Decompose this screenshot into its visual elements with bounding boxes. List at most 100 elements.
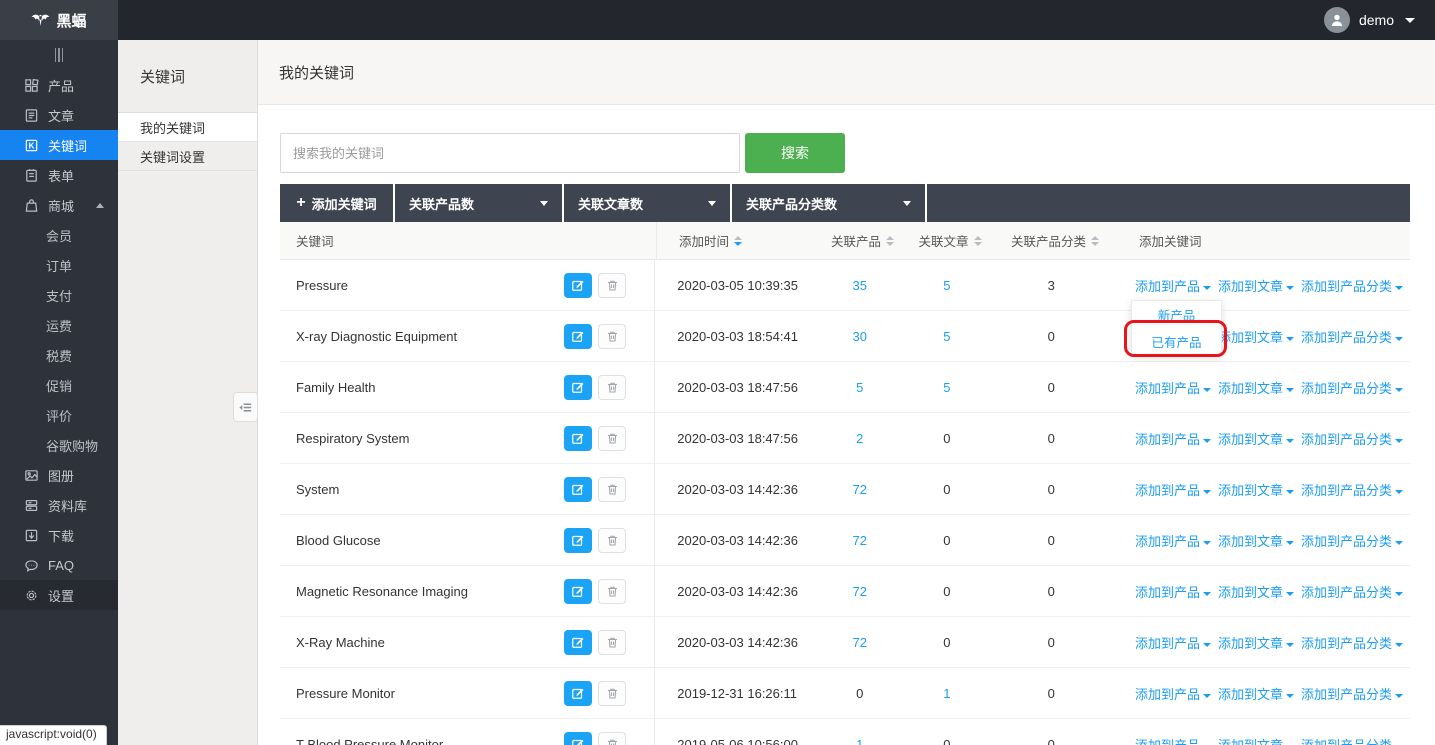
delete-button[interactable] bbox=[598, 732, 626, 745]
column-header-articles[interactable]: 关联文章 bbox=[905, 231, 995, 250]
edit-button[interactable] bbox=[564, 528, 592, 553]
column-header-categories[interactable]: 关联产品分类 bbox=[995, 231, 1115, 250]
add-keyword-button[interactable]: + 添加关键词 bbox=[280, 184, 393, 222]
cell-c-n1[interactable]: 72 bbox=[818, 533, 903, 548]
delete-button[interactable] bbox=[598, 528, 626, 553]
delete-button[interactable] bbox=[598, 579, 626, 604]
sidebar-item-mall[interactable]: 商城 bbox=[0, 190, 118, 220]
delete-button[interactable] bbox=[598, 681, 626, 706]
column-header-products[interactable]: 关联产品 bbox=[820, 231, 905, 250]
delete-button[interactable] bbox=[598, 375, 626, 400]
column-header-time[interactable]: 添加时间 bbox=[657, 231, 820, 250]
sidebar-item-gallery[interactable]: 图册 bbox=[0, 460, 118, 490]
sidebar-item-keyword[interactable]: K关键词 bbox=[0, 130, 118, 160]
sidebar-item-library[interactable]: 资料库 bbox=[0, 490, 118, 520]
cell-c-n1[interactable]: 2 bbox=[818, 431, 903, 446]
edit-button[interactable] bbox=[564, 477, 592, 502]
edit-button[interactable] bbox=[564, 426, 592, 451]
action-link[interactable]: 添加到产品 bbox=[1135, 585, 1211, 600]
action-link[interactable]: 添加到文章 bbox=[1218, 585, 1294, 600]
delete-button[interactable] bbox=[598, 273, 626, 298]
edit-button[interactable] bbox=[564, 681, 592, 706]
action-link[interactable]: 添加到产品分类 bbox=[1301, 279, 1403, 294]
filter-article-count[interactable]: 关联文章数 bbox=[564, 184, 730, 222]
edit-button[interactable] bbox=[564, 375, 592, 400]
sidebar-item-settings[interactable]: 设置 bbox=[0, 580, 118, 610]
sidebar-subitem[interactable]: 运费 bbox=[0, 310, 118, 340]
action-link[interactable]: 添加到文章 bbox=[1218, 381, 1294, 396]
action-link[interactable]: 添加到文章 bbox=[1218, 687, 1294, 702]
action-link[interactable]: 添加到产品 bbox=[1135, 534, 1211, 549]
action-link[interactable]: 添加到文章 bbox=[1218, 279, 1294, 294]
filter-product-count[interactable]: 关联产品数 bbox=[395, 184, 562, 222]
action-link[interactable]: 添加到产品 bbox=[1135, 636, 1211, 651]
cell-c-n1[interactable]: 72 bbox=[818, 635, 903, 650]
sidebar-subitem[interactable]: 谷歌购物 bbox=[0, 430, 118, 460]
sidebar-item-article[interactable]: 文章 bbox=[0, 100, 118, 130]
delete-button[interactable] bbox=[598, 324, 626, 349]
action-link[interactable]: 添加到产品 bbox=[1135, 687, 1211, 702]
action-link[interactable]: 添加到产品分类 bbox=[1301, 432, 1403, 447]
edit-button[interactable] bbox=[564, 579, 592, 604]
action-link[interactable]: 添加到产品分类 bbox=[1301, 636, 1403, 651]
action-link[interactable]: 添加到产品 bbox=[1135, 738, 1211, 745]
cell-c-n1[interactable]: 72 bbox=[818, 482, 903, 497]
action-link[interactable]: 添加到产品 bbox=[1135, 483, 1211, 498]
search-button[interactable]: 搜索 bbox=[745, 133, 845, 173]
edit-button[interactable] bbox=[564, 273, 592, 298]
action-link[interactable]: 添加到产品分类 bbox=[1301, 687, 1403, 702]
filter-category-count[interactable]: 关联产品分类数 bbox=[732, 184, 925, 222]
action-link[interactable]: 添加到产品分类 bbox=[1301, 585, 1403, 600]
delete-button[interactable] bbox=[598, 630, 626, 655]
action-link[interactable]: 添加到文章 bbox=[1218, 738, 1294, 745]
sidebar-subitem[interactable]: 税费 bbox=[0, 340, 118, 370]
sidebar-subitem[interactable]: 支付 bbox=[0, 280, 118, 310]
cell-c-n1[interactable]: 30 bbox=[818, 329, 903, 344]
action-link[interactable]: 添加到产品分类 bbox=[1301, 381, 1403, 396]
sidebar-item-grid[interactable]: 产品 bbox=[0, 70, 118, 100]
search-input[interactable] bbox=[280, 133, 740, 173]
sidebar-item-download[interactable]: 下载 bbox=[0, 520, 118, 550]
sidebar-subitem[interactable]: 评价 bbox=[0, 400, 118, 430]
subnav-item[interactable]: 我的关键词 bbox=[118, 113, 257, 142]
cell-c-n1[interactable]: 5 bbox=[818, 380, 903, 395]
panel-collapse-button[interactable] bbox=[233, 392, 258, 422]
action-link[interactable]: 添加到文章 bbox=[1218, 483, 1294, 498]
sidebar-subitem[interactable]: 促销 bbox=[0, 370, 118, 400]
action-link[interactable]: 添加到文章 bbox=[1218, 330, 1294, 345]
delete-button[interactable] bbox=[598, 477, 626, 502]
action-link[interactable]: 添加到产品 bbox=[1135, 279, 1211, 294]
dropdown-item-new-product[interactable]: 新产品 bbox=[1132, 301, 1221, 328]
cell-c-n1[interactable]: 1 bbox=[818, 737, 903, 745]
delete-button[interactable] bbox=[598, 426, 626, 451]
dropdown-item-existing-product[interactable]: 已有产品 bbox=[1132, 328, 1221, 355]
action-link[interactable]: 添加到产品分类 bbox=[1301, 483, 1403, 498]
edit-button[interactable] bbox=[564, 732, 592, 745]
chevron-down-icon bbox=[1395, 337, 1403, 341]
subnav-item[interactable]: 关键词设置 bbox=[118, 142, 257, 171]
sidebar-subitem[interactable]: 订单 bbox=[0, 250, 118, 280]
action-link[interactable]: 添加到产品 bbox=[1135, 381, 1211, 396]
sidebar-item-faq[interactable]: FAQ bbox=[0, 550, 118, 580]
cell-c-n2[interactable]: 5 bbox=[902, 278, 992, 293]
cell-c-n1[interactable]: 35 bbox=[818, 278, 903, 293]
sidebar-item-form[interactable]: 表单 bbox=[0, 160, 118, 190]
action-link[interactable]: 添加到产品分类 bbox=[1301, 534, 1403, 549]
edit-button[interactable] bbox=[564, 630, 592, 655]
action-link[interactable]: 添加到产品 bbox=[1135, 432, 1211, 447]
cell-c-n2[interactable]: 1 bbox=[902, 686, 992, 701]
edit-button[interactable] bbox=[564, 324, 592, 349]
action-link[interactable]: 添加到文章 bbox=[1218, 534, 1294, 549]
action-link[interactable]: 添加到文章 bbox=[1218, 636, 1294, 651]
cell-time: 2020-03-03 18:54:41 bbox=[655, 329, 817, 344]
cell-c-n1[interactable]: 72 bbox=[818, 584, 903, 599]
sidebar-subitem[interactable]: 会员 bbox=[0, 220, 118, 250]
sidebar-collapse-toggle[interactable] bbox=[0, 40, 118, 70]
action-link[interactable]: 添加到产品分类 bbox=[1301, 738, 1403, 745]
cell-c-n2[interactable]: 5 bbox=[902, 380, 992, 395]
cell-c-n2[interactable]: 5 bbox=[902, 329, 992, 344]
user-menu[interactable]: demo bbox=[1324, 7, 1435, 33]
action-link[interactable]: 添加到文章 bbox=[1218, 432, 1294, 447]
table-row: Respiratory System2020-03-03 18:47:56200… bbox=[280, 413, 1410, 464]
action-link[interactable]: 添加到产品分类 bbox=[1301, 330, 1403, 345]
